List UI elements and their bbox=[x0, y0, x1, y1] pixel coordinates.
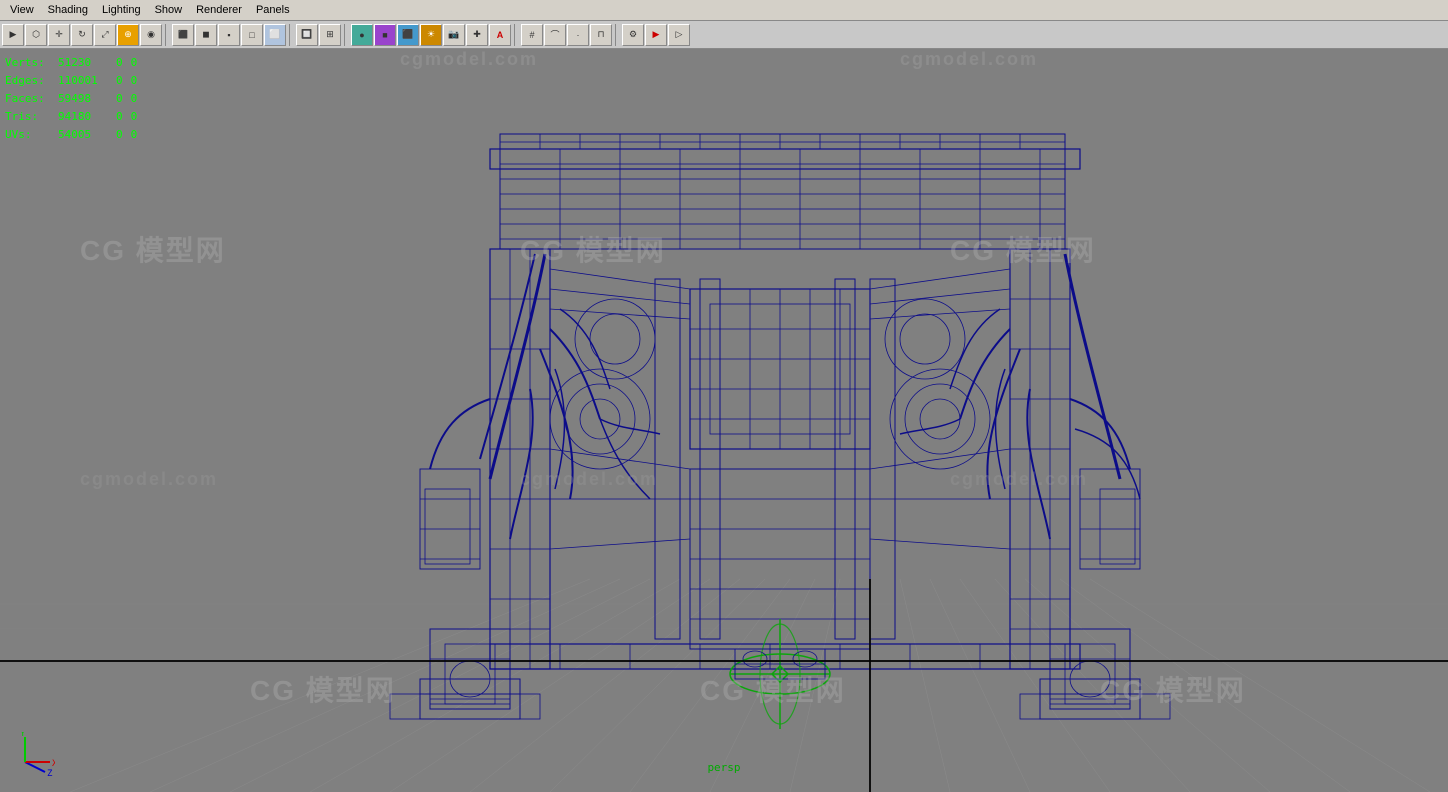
uvs-label: UVs: bbox=[5, 126, 50, 144]
render-btn[interactable]: ▶ bbox=[645, 24, 667, 46]
xray-btn[interactable]: ⬜ bbox=[264, 24, 286, 46]
light-btn[interactable]: ☀ bbox=[420, 24, 442, 46]
viewport[interactable]: Verts: 51230 0 0 Edges: 110001 0 0 Faces… bbox=[0, 49, 1448, 792]
lasso-tool-btn[interactable]: ⬡ bbox=[25, 24, 47, 46]
render-settings-btn[interactable]: ⚙ bbox=[622, 24, 644, 46]
bounding-box-btn[interactable]: □ bbox=[241, 24, 263, 46]
tris-b: 0 bbox=[131, 108, 138, 126]
watermark-4: cgmodel.com bbox=[520, 469, 658, 490]
menu-show[interactable]: Show bbox=[149, 2, 189, 18]
watermark-2: cgmodel.com bbox=[80, 469, 218, 490]
watermark-8: CG 模型网 bbox=[700, 669, 846, 709]
sep3 bbox=[344, 24, 348, 46]
sphere-btn[interactable]: ● bbox=[351, 24, 373, 46]
snap-curve-btn[interactable]: ⌒ bbox=[544, 24, 566, 46]
tris-value: 94180 bbox=[58, 108, 108, 126]
sep1 bbox=[165, 24, 169, 46]
edges-b: 0 bbox=[131, 72, 138, 90]
edges-value: 110001 bbox=[58, 72, 108, 90]
toolbar: ▶ ⬡ ✛ ↻ ⤢ ⊕ ◉ ⬛ ◼ ▪ □ ⬜ 🔲 ⊞ ● ■ ⬛ ☀ 📷 ✚ … bbox=[0, 21, 1448, 49]
cube-btn[interactable]: ■ bbox=[374, 24, 396, 46]
soft-select-btn[interactable]: ◉ bbox=[140, 24, 162, 46]
axis-indicator: Z X Y bbox=[10, 732, 55, 777]
menu-panels[interactable]: Panels bbox=[250, 2, 296, 18]
watermark-1: CG 模型网 bbox=[80, 229, 226, 269]
select-tool-btn[interactable]: ▶ bbox=[2, 24, 24, 46]
tris-stat: Tris: 94180 0 0 bbox=[5, 108, 137, 126]
faces-stat: Faces: 59498 0 0 bbox=[5, 90, 137, 108]
edges-a: 0 bbox=[116, 72, 123, 90]
annotation-btn[interactable]: A bbox=[489, 24, 511, 46]
watermark-top-2: cgmodel.com bbox=[900, 49, 1038, 70]
faces-b: 0 bbox=[131, 90, 138, 108]
scale-tool-btn[interactable]: ⤢ bbox=[94, 24, 116, 46]
faces-value: 59498 bbox=[58, 90, 108, 108]
verts-value: 51230 bbox=[58, 54, 108, 72]
edges-stat: Edges: 110001 0 0 bbox=[5, 72, 137, 90]
flat-shade-btn[interactable]: ▪ bbox=[218, 24, 240, 46]
edges-label: Edges: bbox=[5, 72, 50, 90]
verts-a: 0 bbox=[116, 54, 123, 72]
sep5 bbox=[615, 24, 619, 46]
uvs-stat: UVs: 54005 0 0 bbox=[5, 126, 137, 144]
svg-text:Y: Y bbox=[20, 732, 26, 739]
uvs-value: 54005 bbox=[58, 126, 108, 144]
cylinder-btn[interactable]: ⬛ bbox=[397, 24, 419, 46]
wireframe-model bbox=[0, 49, 1448, 792]
stats-overlay: Verts: 51230 0 0 Edges: 110001 0 0 Faces… bbox=[5, 54, 137, 144]
faces-a: 0 bbox=[116, 90, 123, 108]
menu-shading[interactable]: Shading bbox=[42, 2, 94, 18]
smooth-shade-btn[interactable]: ◼ bbox=[195, 24, 217, 46]
watermark-top-1: cgmodel.com bbox=[400, 49, 538, 70]
watermark-7: CG 模型网 bbox=[250, 669, 396, 709]
watermark-9: CG 模型网 bbox=[1100, 669, 1246, 709]
snap-surface-btn[interactable]: ⊓ bbox=[590, 24, 612, 46]
uvs-a: 0 bbox=[116, 126, 123, 144]
snap-grid-btn[interactable]: # bbox=[521, 24, 543, 46]
snap-point-btn[interactable]: · bbox=[567, 24, 589, 46]
watermark-6: cgmodel.com bbox=[950, 469, 1088, 490]
faces-label: Faces: bbox=[5, 90, 50, 108]
tris-a: 0 bbox=[116, 108, 123, 126]
menu-renderer[interactable]: Renderer bbox=[190, 2, 248, 18]
svg-text:X: X bbox=[52, 759, 55, 769]
menu-bar: View Shading Lighting Show Renderer Pane… bbox=[0, 0, 1448, 21]
camera-btn[interactable]: 📷 bbox=[443, 24, 465, 46]
verts-b: 0 bbox=[131, 54, 138, 72]
ground-grid bbox=[0, 49, 1448, 792]
tris-label: Tris: bbox=[5, 108, 50, 126]
ipr-render-btn[interactable]: ▷ bbox=[668, 24, 690, 46]
watermark-5: CG 模型网 bbox=[950, 229, 1096, 269]
rotate-tool-btn[interactable]: ↻ bbox=[71, 24, 93, 46]
menu-lighting[interactable]: Lighting bbox=[96, 2, 147, 18]
uvs-b: 0 bbox=[131, 126, 138, 144]
verts-label: Verts: bbox=[5, 54, 50, 72]
move-tool-btn[interactable]: ✛ bbox=[48, 24, 70, 46]
texture-btn[interactable]: 🔲 bbox=[296, 24, 318, 46]
svg-text:Z: Z bbox=[47, 769, 53, 777]
watermark-3: CG 模型网 bbox=[520, 229, 666, 269]
menu-view[interactable]: View bbox=[4, 2, 40, 18]
universal-manip-btn[interactable]: ⊕ bbox=[117, 24, 139, 46]
sep2 bbox=[289, 24, 293, 46]
verts-stat: Verts: 51230 0 0 bbox=[5, 54, 137, 72]
sep4 bbox=[514, 24, 518, 46]
locator-btn[interactable]: ✚ bbox=[466, 24, 488, 46]
uv-btn[interactable]: ⊞ bbox=[319, 24, 341, 46]
persp-label: persp bbox=[707, 761, 740, 774]
wireframe-btn[interactable]: ⬛ bbox=[172, 24, 194, 46]
